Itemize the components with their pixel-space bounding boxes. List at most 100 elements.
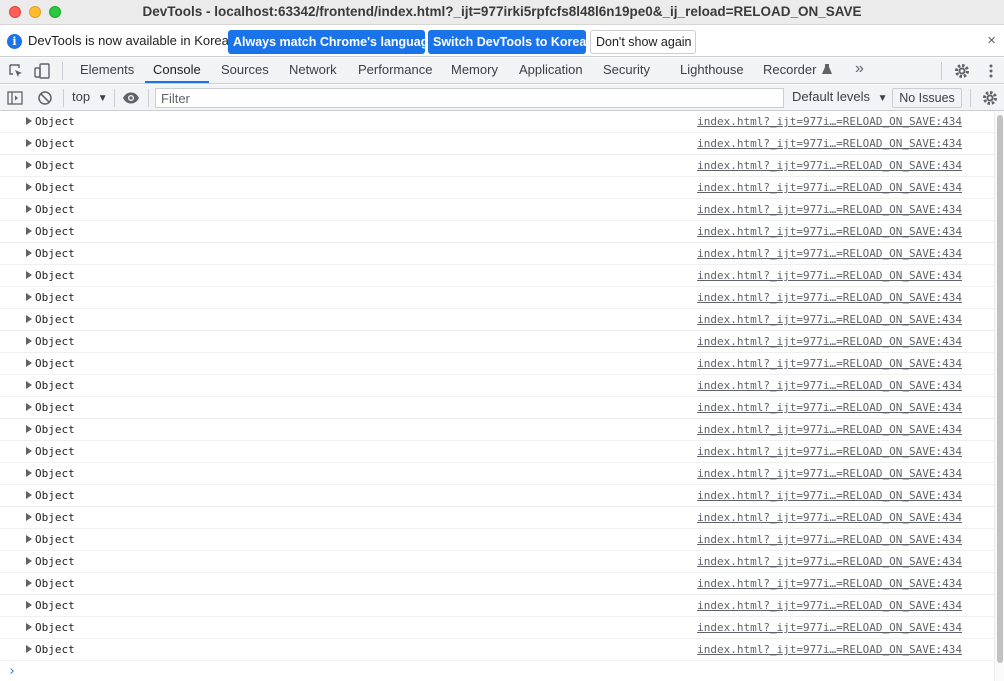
always-match-language-button[interactable]: Always match Chrome's language [228,30,435,54]
expand-triangle-icon[interactable] [26,161,32,169]
tab-performance[interactable]: Performance [358,58,432,83]
log-row[interactable]: Object index.html?_ijt=977i…=RELOAD_ON_SA… [0,485,994,507]
log-row[interactable]: Object index.html?_ijt=977i…=RELOAD_ON_SA… [0,375,994,397]
log-source-link[interactable]: index.html?_ijt=977i…=RELOAD_ON_SAVE:434 [697,137,962,150]
log-row[interactable]: Object index.html?_ijt=977i…=RELOAD_ON_SA… [0,639,994,661]
context-selector[interactable]: top ▼ [72,89,108,104]
tab-memory[interactable]: Memory [451,58,498,83]
log-row[interactable]: Object index.html?_ijt=977i…=RELOAD_ON_SA… [0,397,994,419]
log-object-text[interactable]: Object [35,621,75,634]
log-row[interactable]: Object index.html?_ijt=977i…=RELOAD_ON_SA… [0,595,994,617]
log-row[interactable]: Object index.html?_ijt=977i…=RELOAD_ON_SA… [0,177,994,199]
log-row[interactable]: Object index.html?_ijt=977i…=RELOAD_ON_SA… [0,111,994,133]
expand-triangle-icon[interactable] [26,535,32,543]
expand-triangle-icon[interactable] [26,381,32,389]
log-object-text[interactable]: Object [35,643,75,656]
log-source-link[interactable]: index.html?_ijt=977i…=RELOAD_ON_SAVE:434 [697,599,962,612]
expand-triangle-icon[interactable] [26,293,32,301]
log-source-link[interactable]: index.html?_ijt=977i…=RELOAD_ON_SAVE:434 [697,181,962,194]
expand-triangle-icon[interactable] [26,491,32,499]
log-row[interactable]: Object index.html?_ijt=977i…=RELOAD_ON_SA… [0,133,994,155]
tab-console[interactable]: Console [145,58,209,83]
console-prompt[interactable]: › [8,664,16,679]
log-source-link[interactable]: index.html?_ijt=977i…=RELOAD_ON_SAVE:434 [697,247,962,260]
expand-triangle-icon[interactable] [26,623,32,631]
expand-triangle-icon[interactable] [26,183,32,191]
expand-triangle-icon[interactable] [26,447,32,455]
device-toolbar-icon[interactable] [33,62,51,80]
switch-to-korean-button[interactable]: Switch DevTools to Korean [428,30,594,54]
dont-show-again-button[interactable]: Don't show again [590,30,696,54]
log-row[interactable]: Object index.html?_ijt=977i…=RELOAD_ON_SA… [0,221,994,243]
log-object-text[interactable]: Object [35,115,75,128]
log-object-text[interactable]: Object [35,225,75,238]
issues-button[interactable]: No Issues [892,88,962,108]
log-source-link[interactable]: index.html?_ijt=977i…=RELOAD_ON_SAVE:434 [697,269,962,282]
inspect-element-icon[interactable] [7,62,25,80]
clear-console-icon[interactable] [36,89,54,107]
tab-sources[interactable]: Sources [221,58,269,83]
log-source-link[interactable]: index.html?_ijt=977i…=RELOAD_ON_SAVE:434 [697,159,962,172]
log-object-text[interactable]: Object [35,335,75,348]
log-source-link[interactable]: index.html?_ijt=977i…=RELOAD_ON_SAVE:434 [697,357,962,370]
expand-triangle-icon[interactable] [26,205,32,213]
log-object-text[interactable]: Object [35,313,75,326]
log-object-text[interactable]: Object [35,137,75,150]
log-object-text[interactable]: Object [35,445,75,458]
expand-triangle-icon[interactable] [26,315,32,323]
log-row[interactable]: Object index.html?_ijt=977i…=RELOAD_ON_SA… [0,419,994,441]
expand-triangle-icon[interactable] [26,249,32,257]
tab-elements[interactable]: Elements [80,58,134,83]
log-row[interactable]: Object index.html?_ijt=977i…=RELOAD_ON_SA… [0,155,994,177]
log-source-link[interactable]: index.html?_ijt=977i…=RELOAD_ON_SAVE:434 [697,621,962,634]
expand-triangle-icon[interactable] [26,513,32,521]
log-source-link[interactable]: index.html?_ijt=977i…=RELOAD_ON_SAVE:434 [697,467,962,480]
log-object-text[interactable]: Object [35,511,75,524]
log-source-link[interactable]: index.html?_ijt=977i…=RELOAD_ON_SAVE:434 [697,225,962,238]
expand-triangle-icon[interactable] [26,403,32,411]
log-source-link[interactable]: index.html?_ijt=977i…=RELOAD_ON_SAVE:434 [697,533,962,546]
log-object-text[interactable]: Object [35,247,75,260]
log-source-link[interactable]: index.html?_ijt=977i…=RELOAD_ON_SAVE:434 [697,335,962,348]
tab-lighthouse[interactable]: Lighthouse [680,58,744,83]
expand-triangle-icon[interactable] [26,645,32,653]
log-row[interactable]: Object index.html?_ijt=977i…=RELOAD_ON_SA… [0,353,994,375]
log-row[interactable]: Object index.html?_ijt=977i…=RELOAD_ON_SA… [0,507,994,529]
log-row[interactable]: Object index.html?_ijt=977i…=RELOAD_ON_SA… [0,573,994,595]
settings-gear-icon[interactable] [953,62,971,80]
expand-triangle-icon[interactable] [26,601,32,609]
scrollbar-thumb[interactable] [997,115,1003,663]
log-object-text[interactable]: Object [35,555,75,568]
log-source-link[interactable]: index.html?_ijt=977i…=RELOAD_ON_SAVE:434 [697,401,962,414]
log-source-link[interactable]: index.html?_ijt=977i…=RELOAD_ON_SAVE:434 [697,577,962,590]
log-row[interactable]: Object index.html?_ijt=977i…=RELOAD_ON_SA… [0,243,994,265]
log-source-link[interactable]: index.html?_ijt=977i…=RELOAD_ON_SAVE:434 [697,313,962,326]
log-object-text[interactable]: Object [35,533,75,546]
tab-security[interactable]: Security [603,58,650,83]
expand-triangle-icon[interactable] [26,139,32,147]
sidebar-toggle-icon[interactable] [6,89,24,107]
tab-application[interactable]: Application [519,58,583,83]
log-row[interactable]: Object index.html?_ijt=977i…=RELOAD_ON_SA… [0,331,994,353]
expand-triangle-icon[interactable] [26,117,32,125]
log-object-text[interactable]: Object [35,577,75,590]
more-vertical-icon[interactable] [982,62,1000,80]
log-source-link[interactable]: index.html?_ijt=977i…=RELOAD_ON_SAVE:434 [697,445,962,458]
log-row[interactable]: Object index.html?_ijt=977i…=RELOAD_ON_SA… [0,551,994,573]
expand-triangle-icon[interactable] [26,579,32,587]
live-expression-eye-icon[interactable] [122,89,140,107]
log-object-text[interactable]: Object [35,467,75,480]
log-source-link[interactable]: index.html?_ijt=977i…=RELOAD_ON_SAVE:434 [697,423,962,436]
tab-recorder[interactable]: Recorder [763,58,833,83]
tab-network[interactable]: Network [289,58,337,83]
log-source-link[interactable]: index.html?_ijt=977i…=RELOAD_ON_SAVE:434 [697,511,962,524]
log-object-text[interactable]: Object [35,401,75,414]
log-object-text[interactable]: Object [35,357,75,370]
log-row[interactable]: Object index.html?_ijt=977i…=RELOAD_ON_SA… [0,287,994,309]
log-row[interactable]: Object index.html?_ijt=977i…=RELOAD_ON_SA… [0,617,994,639]
expand-triangle-icon[interactable] [26,469,32,477]
log-source-link[interactable]: index.html?_ijt=977i…=RELOAD_ON_SAVE:434 [697,203,962,216]
log-source-link[interactable]: index.html?_ijt=977i…=RELOAD_ON_SAVE:434 [697,291,962,304]
log-source-link[interactable]: index.html?_ijt=977i…=RELOAD_ON_SAVE:434 [697,643,962,656]
log-object-text[interactable]: Object [35,203,75,216]
